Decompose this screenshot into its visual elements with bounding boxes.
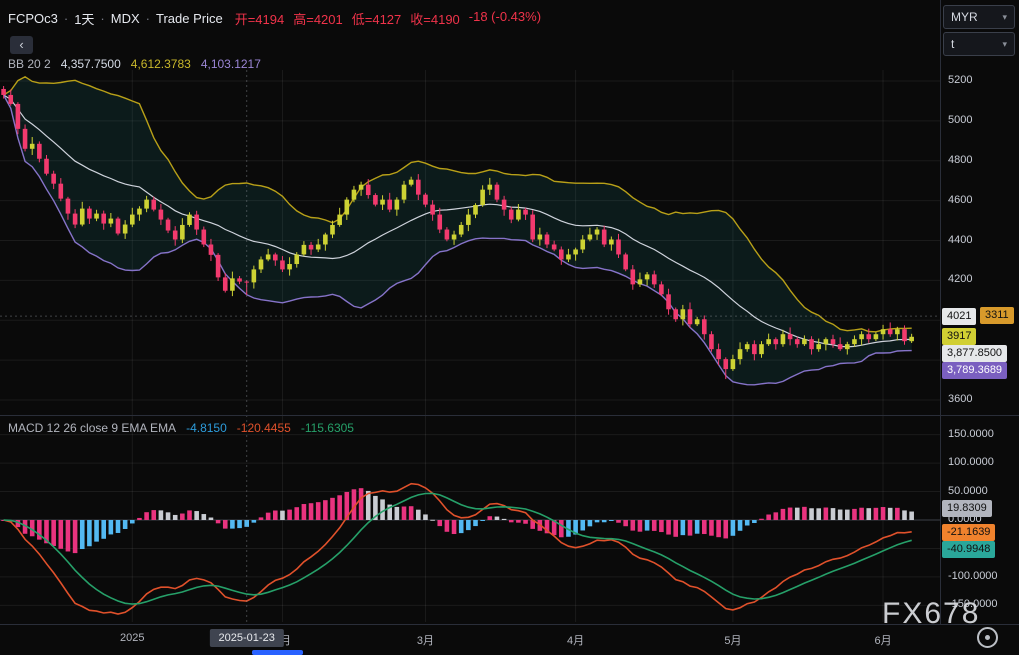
axis-settings: MYR ▾ t ▾ bbox=[943, 5, 1015, 56]
bb-title: BB 20 2 bbox=[8, 57, 51, 71]
unit-value: t bbox=[951, 37, 954, 51]
macd-line-value: -120.4455 bbox=[237, 421, 291, 435]
time-tick: 2025 bbox=[120, 632, 144, 644]
macd-signal-label: -40.9948 bbox=[942, 541, 995, 558]
chart-canvas[interactable] bbox=[0, 0, 1019, 655]
currency-value: MYR bbox=[951, 10, 978, 24]
exchange-label: MDX bbox=[111, 11, 140, 26]
macd-tick: 150.0000 bbox=[948, 428, 994, 440]
time-tick: 6月 bbox=[874, 632, 891, 648]
macd-line-label: -21.1639 bbox=[942, 524, 995, 541]
chevron-down-icon: ▾ bbox=[1002, 12, 1007, 23]
scrollbar-thumb[interactable] bbox=[252, 650, 303, 655]
macd-tick: -100.0000 bbox=[948, 570, 998, 582]
open-value: 开=4194 bbox=[235, 9, 285, 28]
watermark: FX678 bbox=[882, 597, 980, 631]
macd-signal-value: -115.6305 bbox=[301, 421, 354, 435]
last-price-label: 3917 bbox=[942, 328, 976, 345]
chevron-down-icon: ▾ bbox=[1002, 39, 1007, 50]
price-tick: 5000 bbox=[948, 114, 972, 126]
chevron-left-icon: ‹ bbox=[19, 37, 23, 52]
macd-hist-label: 19.8309 bbox=[942, 500, 992, 517]
macd-tick: 50.0000 bbox=[948, 485, 988, 497]
crosshair-date-label: 2025-01-23 bbox=[210, 629, 284, 647]
price-tick: 4800 bbox=[948, 154, 972, 166]
bb-basis-value: 4,357.7500 bbox=[61, 57, 121, 71]
target-icon bbox=[977, 627, 998, 648]
high-value: 高=4201 bbox=[293, 9, 343, 28]
time-axis[interactable]: 20252月3月4月5月6月 2025-01-23 bbox=[0, 625, 1019, 655]
bb-basis-price-label: 3,877.8500 bbox=[942, 345, 1007, 362]
separator-dot: · bbox=[100, 11, 104, 26]
price-type-label: Trade Price bbox=[156, 11, 223, 26]
low-value: 低=4127 bbox=[352, 9, 402, 28]
symbol-name[interactable]: FCPOc3 bbox=[8, 11, 58, 26]
crosshair-price-label: 4021 bbox=[942, 308, 976, 325]
unit-select[interactable]: t ▾ bbox=[943, 32, 1015, 56]
price-tick: 5200 bbox=[948, 74, 972, 86]
time-tick: 4月 bbox=[567, 632, 584, 648]
bb-legend[interactable]: BB 20 2 4,357.7500 4,612.3783 4,103.1217 bbox=[8, 57, 261, 71]
currency-select[interactable]: MYR ▾ bbox=[943, 5, 1015, 29]
close-value: 收=4190 bbox=[410, 9, 460, 28]
time-tick: 3月 bbox=[417, 632, 434, 648]
bb-lower-value: 4,103.1217 bbox=[201, 57, 261, 71]
price-tick: 4600 bbox=[948, 194, 972, 206]
separator-dot: · bbox=[64, 11, 68, 26]
macd-title: MACD 12 26 close 9 EMA EMA bbox=[8, 421, 176, 435]
price-tick: 4200 bbox=[948, 273, 972, 285]
price-tick: 4400 bbox=[948, 234, 972, 246]
target-dot bbox=[985, 635, 990, 640]
bb-upper-value: 4,612.3783 bbox=[131, 57, 191, 71]
trading-chart-app: FCPOc3 · 1天 · MDX · Trade Price 开=4194 高… bbox=[0, 0, 1019, 655]
back-button[interactable]: ‹ bbox=[10, 36, 33, 54]
time-tick: 5月 bbox=[724, 632, 741, 648]
macd-legend[interactable]: MACD 12 26 close 9 EMA EMA -4.8150 -120.… bbox=[8, 421, 354, 435]
macd-hist-value: -4.8150 bbox=[186, 421, 227, 435]
symbol-legend: FCPOc3 · 1天 · MDX · Trade Price 开=4194 高… bbox=[8, 9, 541, 28]
separator-dot: · bbox=[146, 11, 150, 26]
macd-tick: 100.0000 bbox=[948, 456, 994, 468]
ohlc-values: 开=4194 高=4201 低=4127 收=4190 -18 (-0.43%) bbox=[235, 9, 541, 28]
bb-upper-price-label: 3311 bbox=[980, 307, 1014, 324]
interval-label[interactable]: 1天 bbox=[74, 9, 94, 28]
price-tick: 3600 bbox=[948, 393, 972, 405]
change-value: -18 (-0.43%) bbox=[469, 9, 541, 28]
bb-lower-price-label: 3,789.3689 bbox=[942, 362, 1007, 379]
